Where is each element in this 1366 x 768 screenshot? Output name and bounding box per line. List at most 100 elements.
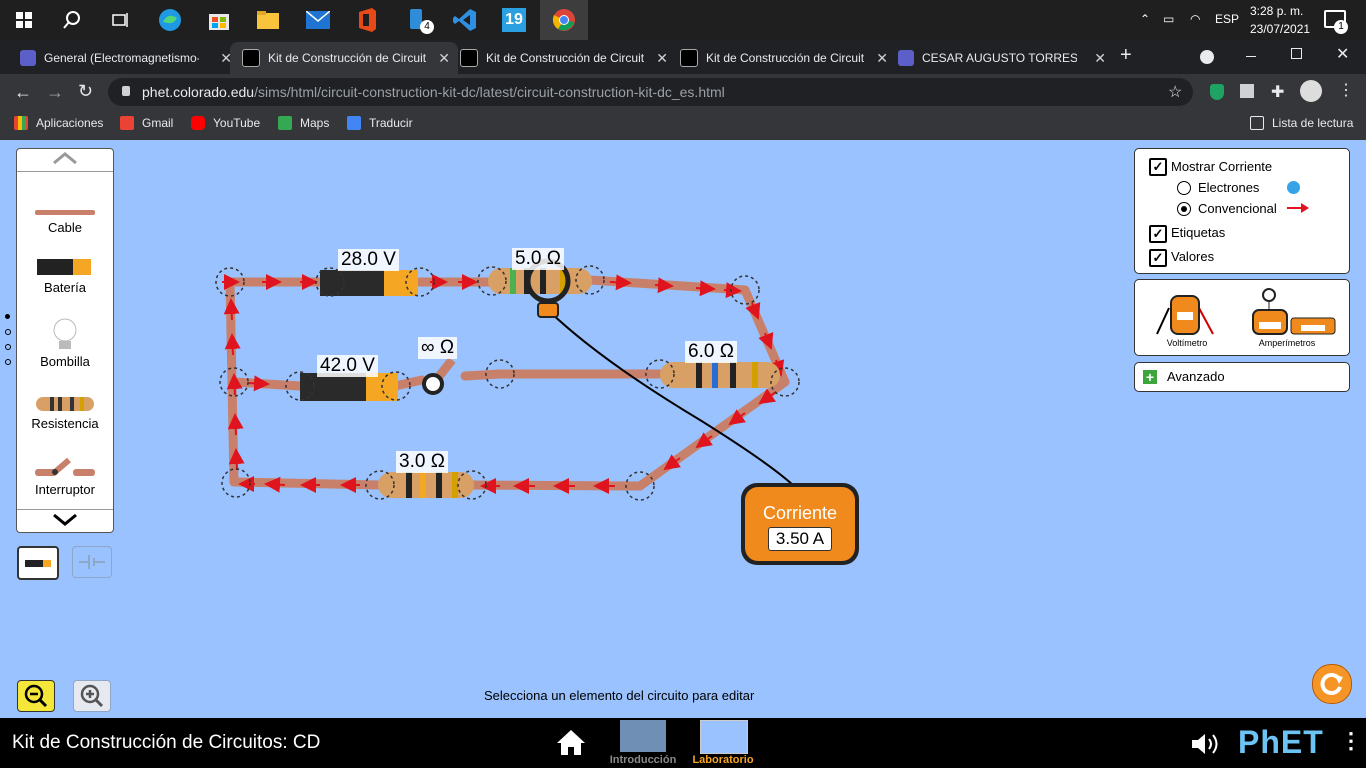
reset-all-button[interactable] [1312, 664, 1352, 704]
chrome-icon[interactable] [540, 0, 588, 40]
new-tab-button[interactable]: + [1120, 44, 1132, 67]
office-icon[interactable] [351, 4, 383, 36]
restore-icon[interactable] [1291, 48, 1302, 59]
zoom-out-button[interactable] [17, 680, 55, 712]
search-icon[interactable] [56, 4, 88, 36]
file-explorer-icon[interactable] [252, 4, 284, 36]
cube-extension-icon[interactable] [1240, 84, 1254, 98]
close-icon[interactable]: ✕ [876, 50, 888, 67]
bookmark-maps[interactable]: Maps [278, 116, 329, 130]
language-indicator[interactable]: ESP [1215, 12, 1239, 26]
url-domain: phet.colorado.edu [142, 84, 255, 100]
clock-date[interactable]: 23/07/2021 [1250, 22, 1310, 36]
reading-list[interactable]: Lista de lectura [1250, 116, 1353, 130]
ammeters-tool[interactable]: Amperímetros [1235, 288, 1339, 350]
youtube-icon [191, 116, 205, 130]
resistor-3-ohm[interactable] [378, 472, 474, 498]
mail-icon[interactable] [302, 4, 334, 36]
lock-icon [122, 86, 130, 96]
puzzle-extensions-icon[interactable]: ✚ [1271, 82, 1284, 102]
resistor-3-label: 3.0 Ω [396, 451, 448, 473]
bookmark-star-icon[interactable]: ☆ [1168, 82, 1182, 102]
expand-plus-icon[interactable]: + [1143, 370, 1157, 384]
laboratory-thumbnail [700, 720, 748, 754]
url-path: /sims/html/circuit-construction-kit-dc/l… [254, 84, 725, 100]
phet-icon [242, 49, 260, 67]
phet-navbar: Kit de Construcción de Circuitos: CD Int… [0, 718, 1366, 768]
switch-open[interactable] [422, 357, 456, 395]
minimize-icon[interactable] [1246, 56, 1256, 57]
conventional-label: Convencional [1198, 201, 1277, 216]
windows-start-icon[interactable] [8, 4, 40, 36]
tab-title: Kit de Construcción de Circuit [486, 51, 645, 65]
shield-extension-icon[interactable] [1210, 84, 1224, 100]
show-current-checkbox[interactable]: ✓ [1149, 158, 1167, 176]
bookmark-label: Traducir [369, 116, 413, 130]
ammeters-label: Amperímetros [1258, 338, 1316, 348]
home-icon[interactable] [556, 728, 586, 756]
reading-list-icon [1250, 116, 1264, 130]
red-arrow-icon [1287, 203, 1309, 213]
app-19-icon[interactable]: 19 [498, 4, 530, 36]
tab-teams-cesar[interactable]: CESAR AUGUSTO TORRES OL ✕ [890, 42, 1114, 74]
resistor-6-ohm[interactable] [660, 362, 780, 388]
tab-phet-2[interactable]: Kit de Construcción de Circuit ✕ [450, 42, 676, 74]
labels-checkbox[interactable]: ✓ [1149, 225, 1167, 243]
labels-label: Etiquetas [1171, 225, 1226, 240]
values-checkbox[interactable]: ✓ [1149, 249, 1167, 267]
close-icon[interactable]: ✕ [656, 50, 668, 67]
show-current-label: Mostrar Corriente [1171, 159, 1273, 174]
more-menu-icon[interactable]: ⋮ [1338, 80, 1354, 100]
screen-laboratory[interactable]: Laboratorio [689, 720, 757, 768]
screen-introduction[interactable]: Introducción [609, 720, 677, 768]
profile-avatar[interactable] [1300, 80, 1322, 102]
ammeter[interactable]: Corriente 3.50 A [741, 483, 859, 565]
reset-icon [1320, 673, 1343, 695]
sound-icon[interactable] [1190, 732, 1222, 756]
zoom-in-button[interactable] [73, 680, 111, 712]
conventional-radio[interactable] [1177, 202, 1191, 216]
bookmark-label: Gmail [142, 116, 174, 130]
phone-icon[interactable]: 4 [400, 4, 434, 36]
reload-icon[interactable]: ↻ [78, 81, 93, 102]
edge-icon[interactable] [154, 4, 186, 36]
tab-title: General (Electromagnetismo- [44, 51, 199, 65]
notification-count: 1 [1334, 20, 1348, 34]
windows-taskbar: 4 19 ⌃ ▭ ◠ ESP 3:28 p. m. 23/07/2021 1 [0, 0, 1366, 40]
bookmark-gmail[interactable]: Gmail [120, 116, 173, 130]
battery-28v[interactable] [320, 270, 418, 296]
tab-phet-3[interactable]: Kit de Construcción de Circuit ✕ [670, 42, 896, 74]
tab-phet-active[interactable]: Kit de Construcción de Circuit ✕ [230, 42, 458, 74]
task-view-icon[interactable] [104, 4, 136, 36]
chevron-up-icon[interactable]: ⌃ [1140, 12, 1150, 26]
teams-icon [20, 50, 36, 66]
window-close-icon[interactable]: ✕ [1336, 44, 1349, 64]
tab-search-icon[interactable] [1200, 50, 1214, 64]
bookmark-youtube[interactable]: YouTube [191, 116, 260, 130]
back-icon[interactable]: ← [14, 82, 32, 103]
phet-logo[interactable]: PhET [1238, 724, 1324, 761]
forward-icon[interactable]: → [46, 82, 64, 103]
display-options-panel: ✓ Mostrar Corriente Electrones Convencio… [1134, 148, 1350, 274]
omnibox[interactable]: phet.colorado.edu/sims/html/circuit-cons… [108, 78, 1193, 106]
bookmark-apps[interactable]: Aplicaciones [14, 116, 103, 130]
maps-icon [278, 116, 292, 130]
introduction-thumbnail [620, 720, 666, 752]
phet-menu-icon[interactable]: ⋮ [1340, 728, 1362, 754]
voltmeter-icon [1156, 295, 1214, 335]
tab-teams-general[interactable]: General (Electromagnetismo- ✕ [10, 42, 240, 74]
network-icon[interactable]: ▭ [1163, 12, 1174, 26]
switch-label: ∞ Ω [418, 337, 458, 359]
electrons-radio[interactable] [1177, 181, 1191, 195]
wifi-icon[interactable]: ◠ [1190, 12, 1200, 26]
store-icon[interactable] [203, 4, 235, 36]
battery-28v-label: 28.0 V [338, 249, 399, 271]
clock-time[interactable]: 3:28 p. m. [1250, 4, 1303, 18]
advanced-panel[interactable]: + Avanzado [1134, 362, 1350, 392]
bookmark-translate[interactable]: Traducir [347, 116, 413, 130]
close-icon[interactable]: ✕ [1094, 50, 1106, 67]
close-icon[interactable]: ✕ [438, 50, 450, 67]
voltmeter-tool[interactable]: Voltímetro [1147, 288, 1227, 350]
sim-title: Kit de Construcción de Circuitos: CD [12, 732, 321, 753]
vscode-icon[interactable] [449, 4, 481, 36]
